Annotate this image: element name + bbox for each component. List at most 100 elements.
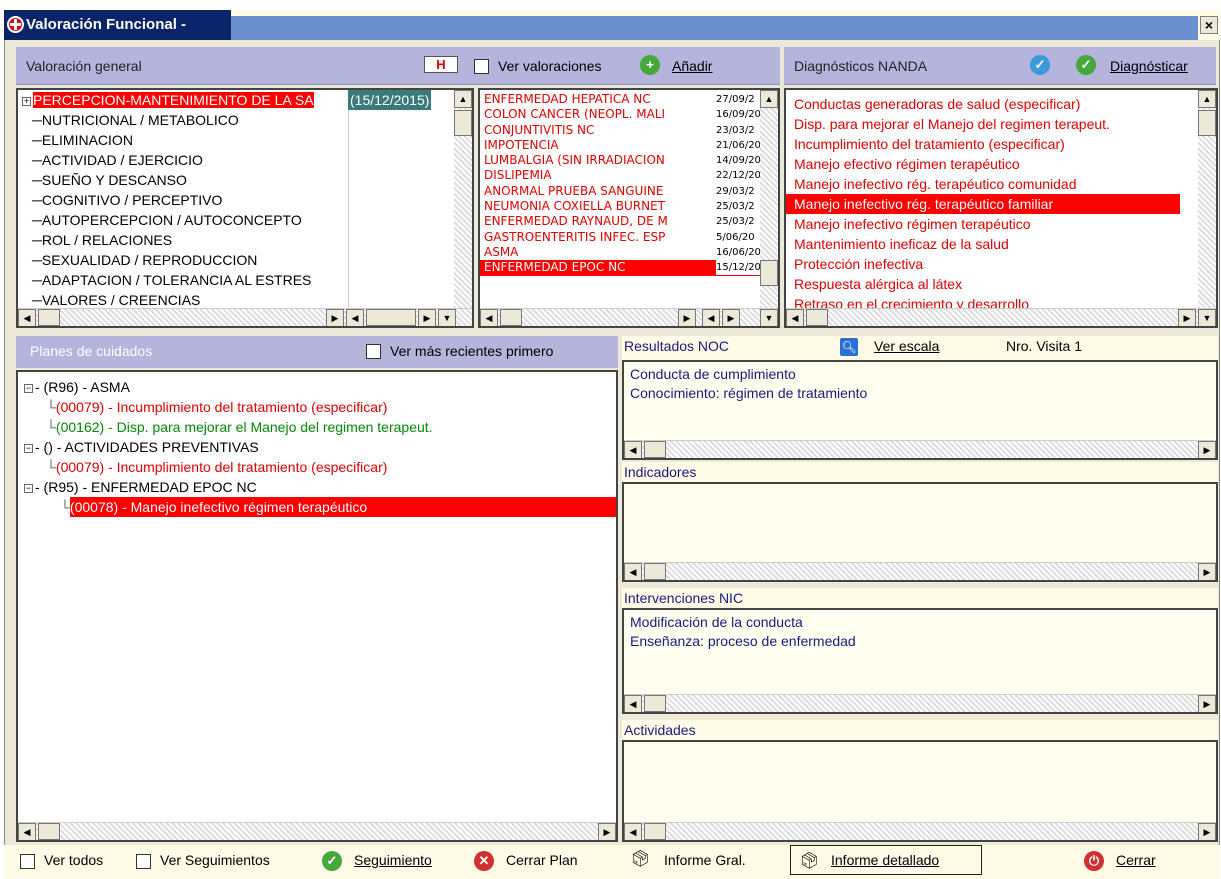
nic-hscroll[interactable]: ◀ ▶ xyxy=(624,694,1216,712)
seguimiento-icon[interactable]: ✓ xyxy=(322,845,342,875)
collapse-icon[interactable]: − xyxy=(24,483,33,493)
scroll-thumb[interactable] xyxy=(644,441,666,458)
scroll-thumb[interactable] xyxy=(38,309,60,326)
scroll-left-icon[interactable]: ◀ xyxy=(624,563,642,580)
ver-seguimientos-label[interactable]: Ver Seguimientos xyxy=(160,845,270,875)
h-icon[interactable]: H xyxy=(424,56,458,73)
seguimiento-button[interactable]: Seguimiento xyxy=(354,845,432,875)
problema-item[interactable]: ENFERMEDAD RAYNAUD, DE M 25/03/2 xyxy=(480,214,778,229)
valoracion-item[interactable]: ─NUTRICIONAL / METABOLICO xyxy=(18,110,472,130)
scroll-right-icon[interactable]: ▶ xyxy=(326,309,344,326)
problema-item[interactable]: DISLIPEMIA 22/12/20 xyxy=(480,168,778,183)
scroll-up-icon[interactable]: ▲ xyxy=(454,90,472,108)
ver-valoraciones-label[interactable]: Ver valoraciones xyxy=(498,58,602,74)
problemas-list[interactable]: ENFERMEDAD HEPATICA NC 27/09/2 COLON CANCE… xyxy=(478,88,780,328)
recientes-checkbox[interactable] xyxy=(366,343,381,360)
scroll-thumb[interactable] xyxy=(38,823,60,840)
collapse-icon[interactable]: − xyxy=(24,383,33,393)
problema-item[interactable]: IMPOTENCIA 21/06/20 xyxy=(480,138,778,153)
ver-todos-checkbox[interactable] xyxy=(20,845,35,875)
scroll-right-icon[interactable]: ▶ xyxy=(1198,695,1216,712)
scroll-down-icon[interactable]: ▼ xyxy=(438,309,456,326)
cerrar-plan-button[interactable]: Cerrar Plan xyxy=(506,845,578,875)
plan-tree-item[interactable]: └(00078) - Manejo inefectivo régimen ter… xyxy=(18,497,616,517)
indicadores-hscroll[interactable]: ◀ ▶ xyxy=(624,562,1216,580)
scroll-right-icon[interactable]: ▶ xyxy=(722,309,740,326)
planes-hscroll[interactable]: ◀ ▶ xyxy=(18,822,616,840)
nic-item[interactable]: Enseñanza: proceso de enfermedad xyxy=(630,632,1216,651)
informe-gral-button[interactable]: Informe Gral. xyxy=(664,845,746,875)
nanda-vscroll[interactable]: ▲ xyxy=(1198,90,1216,308)
problema-item[interactable]: NEUMONIA COXIELLA BURNET 25/03/2 xyxy=(480,199,778,214)
nanda-item[interactable]: Mantenimiento ineficaz de la salud xyxy=(786,234,1180,254)
noc-box[interactable]: Conducta de cumplimiento Conocimiento: ré… xyxy=(622,360,1218,460)
valoracion-item[interactable]: ─ELIMINACION xyxy=(18,130,472,150)
scroll-up-icon[interactable]: ▲ xyxy=(760,90,778,108)
indicadores-box[interactable]: ◀ ▶ xyxy=(622,482,1218,582)
valoracion-item[interactable]: ─COGNITIVO / PERCEPTIVO xyxy=(18,190,472,210)
cerrar-plan-icon[interactable]: ✕ xyxy=(474,845,494,875)
scroll-thumb[interactable] xyxy=(644,695,666,712)
valoracion-hscroll[interactable]: ◀ ▶ ◀ ▶ ▼ xyxy=(18,308,472,326)
plan-tree-item[interactable]: − - (R96) - ASMA xyxy=(18,377,616,397)
scroll-thumb[interactable] xyxy=(500,309,522,326)
anadir-button[interactable]: Añadir xyxy=(672,58,712,74)
problema-item[interactable]: ANORMAL PRUEBA SANGUINE 29/03/2 xyxy=(480,184,778,199)
scroll-left-icon[interactable]: ◀ xyxy=(18,823,36,840)
actividades-hscroll[interactable]: ◀ ▶ xyxy=(624,822,1216,840)
scroll-down-icon[interactable]: ▼ xyxy=(1198,309,1216,326)
scroll-right-icon[interactable]: ▶ xyxy=(1198,823,1216,840)
scroll-right-icon[interactable]: ▶ xyxy=(1178,309,1196,326)
scroll-left-icon[interactable]: ◀ xyxy=(624,823,642,840)
recientes-label[interactable]: Ver más recientes primero xyxy=(390,343,553,359)
problema-item[interactable]: CONJUNTIVITIS NC 23/03/2 xyxy=(480,123,778,138)
valoracion-item[interactable]: ─VALORES / CREENCIAS xyxy=(18,290,472,310)
ver-escala-button[interactable]: Ver escala xyxy=(874,338,939,354)
plan-tree-item[interactable]: − - () - ACTIVIDADES PREVENTIVAS xyxy=(18,437,616,457)
scroll-down-icon[interactable]: ▼ xyxy=(760,309,778,326)
valoracion-list[interactable]: + PERCEPCION-MANTENIMIENTO DE LA SA (15/12… xyxy=(16,88,474,328)
nanda-hscroll[interactable]: ◀ ▶ ▼ xyxy=(786,308,1216,326)
expand-icon[interactable]: + xyxy=(22,96,31,106)
ver-seguimientos-checkbox[interactable] xyxy=(136,845,151,875)
scroll-right-icon[interactable]: ▶ xyxy=(1198,563,1216,580)
scroll-right-icon[interactable]: ▶ xyxy=(1198,441,1216,458)
informe-detallado-button[interactable]: 📦︎ Informe detallado xyxy=(790,845,982,875)
plan-tree-item[interactable]: − - (R95) - ENFERMEDAD EPOC NC xyxy=(18,477,616,497)
scroll-left-icon[interactable]: ◀ xyxy=(18,309,36,326)
plan-tree-item[interactable]: └(00079) - Incumplimiento del tratamient… xyxy=(18,397,616,417)
scroll-left-icon[interactable]: ◀ xyxy=(702,309,720,326)
nanda-item[interactable]: Manejo inefectivo régimen terapéutico xyxy=(786,214,1180,234)
valoracion-item[interactable]: + PERCEPCION-MANTENIMIENTO DE LA SA (15/12… xyxy=(18,90,472,110)
scroll-thumb[interactable] xyxy=(760,260,778,286)
plan-tree-item[interactable]: └(00162) - Disp. para mejorar el Manejo … xyxy=(18,417,616,437)
valoracion-item[interactable]: ─AUTOPERCEPCION / AUTOCONCEPTO xyxy=(18,210,472,230)
scroll-up-icon[interactable]: ▲ xyxy=(1198,90,1216,108)
scroll-thumb[interactable] xyxy=(366,309,416,326)
scroll-thumb[interactable] xyxy=(644,823,666,840)
valoracion-item[interactable]: ─SEXUALIDAD / REPRODUCCION xyxy=(18,250,472,270)
scroll-right-icon[interactable]: ▶ xyxy=(418,309,436,326)
close-button[interactable]: × xyxy=(1200,16,1218,34)
nanda-list[interactable]: Conductas generadoras de salud (especifi… xyxy=(784,88,1218,328)
nic-item[interactable]: Modificación de la conducta xyxy=(630,613,1216,632)
scroll-right-icon[interactable]: ▶ xyxy=(678,309,696,326)
search-icon[interactable]: 🔍︎ xyxy=(840,338,858,356)
scroll-thumb[interactable] xyxy=(644,563,666,580)
problema-item[interactable]: GASTROENTERITIS INFEC. ESP 5/06/20 xyxy=(480,230,778,245)
problema-item[interactable]: ENFERMEDAD HEPATICA NC 27/09/2 xyxy=(480,92,778,107)
problemas-hscroll[interactable]: ◀ ▶ ◀ ▶ ▼ xyxy=(480,308,778,326)
nanda-item[interactable]: Conductas generadoras de salud (especifi… xyxy=(786,94,1180,114)
plan-tree-item[interactable]: └(00079) - Incumplimiento del tratamient… xyxy=(18,457,616,477)
nanda-item[interactable]: Manejo inefectivo rég. terapéutico famil… xyxy=(786,194,1180,214)
scroll-left-icon[interactable]: ◀ xyxy=(624,695,642,712)
noc-item[interactable]: Conducta de cumplimiento xyxy=(630,365,1216,384)
problema-item[interactable]: LUMBALGIA (SIN IRRADIACION 14/09/20 xyxy=(480,153,778,168)
diagnosticar-button[interactable]: Diagnósticar xyxy=(1110,58,1188,74)
valoracion-item[interactable]: ─ROL / RELACIONES xyxy=(18,230,472,250)
scroll-thumb[interactable] xyxy=(806,309,828,326)
diagnosticar-icon[interactable]: ✓ xyxy=(1076,55,1096,75)
noc-item[interactable]: Conocimiento: régimen de tratamiento xyxy=(630,384,1216,403)
cerrar-button[interactable]: Cerrar xyxy=(1116,845,1156,875)
ver-valoraciones-checkbox[interactable] xyxy=(474,58,489,75)
